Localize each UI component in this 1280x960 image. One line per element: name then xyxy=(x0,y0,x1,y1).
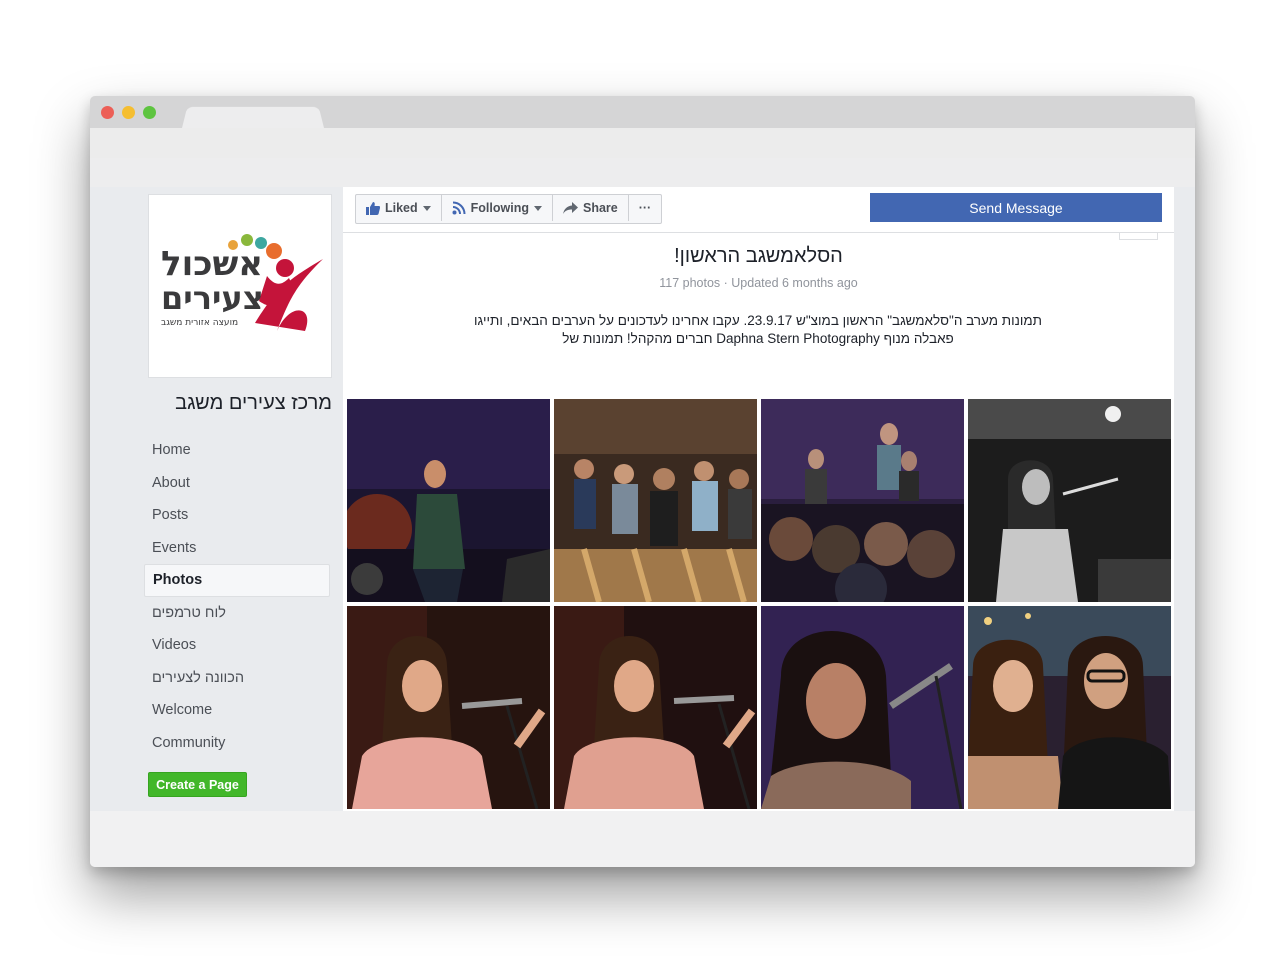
page-title[interactable]: מרכז צעירים משגב xyxy=(148,392,332,415)
singer-pink-shirt-photo xyxy=(347,606,550,809)
singer-closeup-photo xyxy=(761,606,964,809)
photo-tile[interactable] xyxy=(554,399,757,602)
maximize-window-button[interactable] xyxy=(143,106,156,119)
album-title: הסלאמשגב הראשון! xyxy=(674,245,843,267)
photo-tile[interactable] xyxy=(347,399,550,602)
more-options-button[interactable]: ··· xyxy=(629,195,662,221)
page-profile-picture[interactable]: אשכול צעירים מועצה אזורית משגב xyxy=(148,194,332,378)
nav-item-rides-board[interactable]: לוח טרמפים xyxy=(144,597,330,630)
rss-feed-icon xyxy=(452,201,466,215)
browser-tab[interactable] xyxy=(182,106,324,128)
album-description-line2: פאבלה מנוף Daphna Stern Photography חברי… xyxy=(562,331,954,346)
album-panel: Liked Following Share ··· Send Message ה… xyxy=(343,187,1174,811)
singer-pink-shirt-photo-2 xyxy=(554,606,757,809)
nav-item-youth-guidance[interactable]: הכוונה לצעירים xyxy=(144,662,330,695)
create-page-button[interactable]: Create a Page xyxy=(148,772,247,797)
band-on-stage-photo xyxy=(761,399,964,602)
nav-item-home[interactable]: Home xyxy=(144,434,330,467)
logo-text-line2: צעירים xyxy=(161,279,264,317)
album-meta: 117 photos · Updated 6 months ago xyxy=(659,276,858,290)
photo-tile[interactable] xyxy=(761,606,964,809)
nav-item-about[interactable]: About xyxy=(144,467,330,500)
page-footer xyxy=(90,811,1195,867)
page-nav: Home About Posts Events Photos לוח טרמפי… xyxy=(144,434,330,759)
photo-tile[interactable] xyxy=(968,399,1171,602)
minimize-window-button[interactable] xyxy=(122,106,135,119)
page-logo: אשכול צעירים מועצה אזורית משגב xyxy=(161,234,323,331)
album-description-line1: תמונות מערב ה"סלאמשגב" הראשון במוצ"ש 23.… xyxy=(474,313,1042,328)
photo-tile[interactable] xyxy=(968,606,1171,809)
liked-button[interactable]: Liked xyxy=(356,195,442,221)
share-arrow-icon xyxy=(562,202,578,214)
nav-item-welcome[interactable]: Welcome xyxy=(144,694,330,727)
collapsed-tab[interactable] xyxy=(1119,233,1158,240)
share-button[interactable]: Share xyxy=(553,195,629,221)
nav-item-posts[interactable]: Posts xyxy=(144,499,330,532)
logo-subtitle: מועצה אזורית משגב xyxy=(161,318,238,328)
photo-tile[interactable] xyxy=(761,399,964,602)
photo-tile[interactable] xyxy=(554,606,757,809)
more-dots-icon: ··· xyxy=(638,201,652,215)
browser-toolbar xyxy=(90,128,1195,158)
two-women-smiling-photo xyxy=(968,606,1171,809)
page-action-bar: Liked Following Share ··· Send Message xyxy=(343,187,1174,233)
nav-item-videos[interactable]: Videos xyxy=(144,629,330,662)
following-label: Following xyxy=(470,201,529,215)
following-button[interactable]: Following xyxy=(442,195,553,221)
nav-item-community[interactable]: Community xyxy=(144,727,330,760)
send-message-button[interactable]: Send Message xyxy=(870,193,1162,222)
thumbs-up-icon xyxy=(366,201,380,215)
chevron-down-icon xyxy=(422,205,431,211)
album-description: תמונות מערב ה"סלאמשגב" הראשון במוצ"ש 23.… xyxy=(473,312,1043,348)
liked-label: Liked xyxy=(385,201,418,215)
action-button-group: Liked Following Share ··· xyxy=(355,194,663,224)
photo-tile[interactable] xyxy=(347,606,550,809)
chevron-down-icon xyxy=(533,205,542,211)
audience-in-bar-photo xyxy=(554,399,757,602)
browser-window: אשכול צעירים מועצה אזורית משגב מרכז צעיר… xyxy=(90,96,1195,867)
share-label: Share xyxy=(582,201,618,215)
title-bar xyxy=(90,96,1195,128)
black-white-singer-photo xyxy=(968,399,1171,602)
nav-item-photos[interactable]: Photos xyxy=(144,564,330,597)
singer-with-guitar-photo xyxy=(347,399,550,602)
nav-item-events[interactable]: Events xyxy=(144,532,330,565)
photo-grid xyxy=(347,399,1171,809)
logo-text-line1: אשכול xyxy=(161,244,263,284)
close-window-button[interactable] xyxy=(101,106,114,119)
